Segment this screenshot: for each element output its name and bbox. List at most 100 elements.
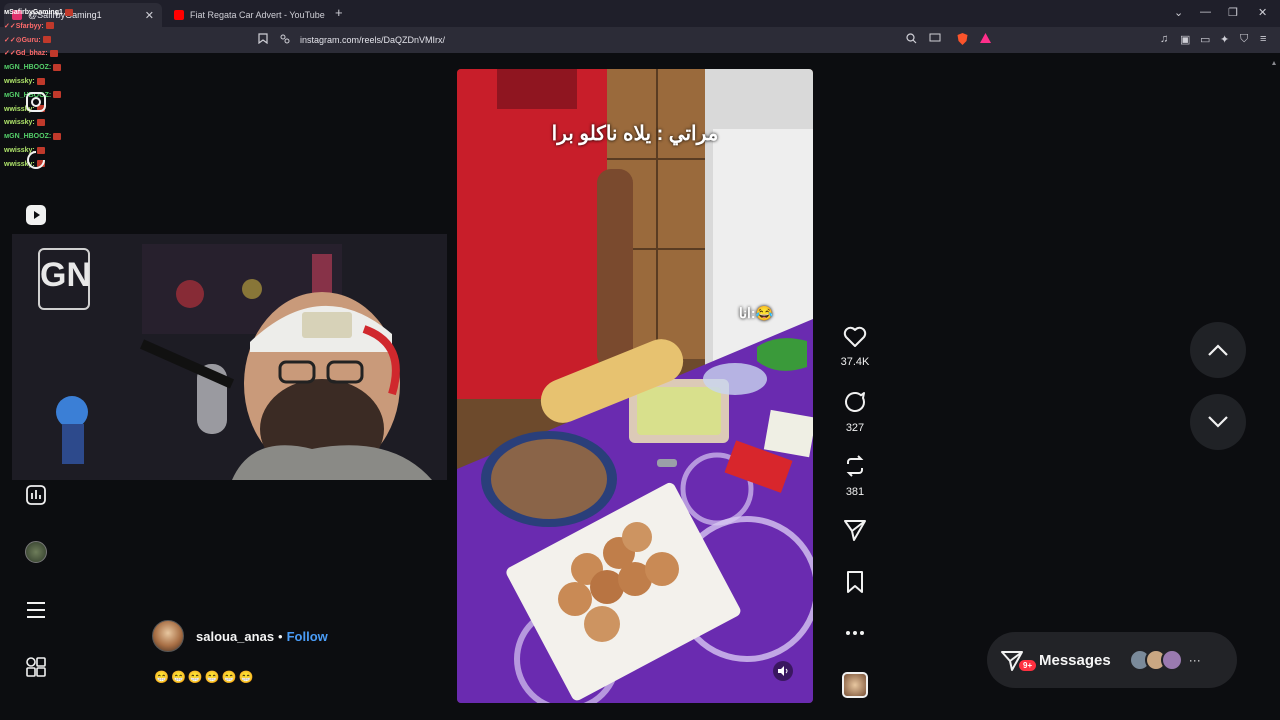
menu-icon[interactable]: ≡ — [1260, 33, 1266, 45]
chat-username: wwissky: — [4, 119, 35, 127]
tab-search-dropdown-icon[interactable]: ⌄ — [1174, 6, 1183, 19]
restore-button[interactable]: ❐ — [1228, 6, 1238, 19]
browser-tab-youtube[interactable]: Fiat Regata Car Advert - YouTube — [166, 3, 334, 27]
site-settings-icon[interactable] — [280, 31, 290, 49]
comment-count: 327 — [845, 422, 865, 434]
chat-username: ᴍGN_HBOOZ: — [4, 133, 52, 141]
brave-rewards-icon[interactable] — [980, 33, 991, 46]
like-count: 37.4K — [840, 356, 870, 368]
heart-icon[interactable] — [843, 326, 867, 348]
page-scrollbar[interactable] — [1271, 56, 1277, 716]
reel-author: saloua_anas • Follow — [152, 620, 328, 652]
minimize-button[interactable]: — — [1200, 6, 1211, 18]
youtube-favicon-icon — [174, 10, 184, 20]
cast-icon[interactable] — [929, 33, 941, 46]
chat-message: ᴍSafirbyGaming1 — [4, 6, 114, 20]
zoom-icon[interactable] — [906, 33, 917, 47]
brave-shield-icon[interactable] — [957, 33, 968, 48]
tab-label: Fiat Regata Car Advert - YouTube — [190, 10, 325, 20]
reels-icon[interactable] — [24, 203, 48, 227]
stream-logo: GN — [38, 248, 91, 310]
window-close-button[interactable]: ✕ — [1258, 6, 1267, 19]
reel-caption-top: مراتي : يلاه ناكلو برا — [551, 123, 719, 145]
new-tab-button[interactable]: + — [335, 5, 343, 20]
volume-icon[interactable] — [773, 661, 793, 681]
author-username[interactable]: saloua_anas — [196, 629, 274, 644]
comment-icon[interactable] — [843, 390, 867, 414]
chat-username: wwissky: — [4, 77, 35, 85]
chat-emote-icon — [42, 36, 51, 44]
instagram-logo-icon[interactable] — [24, 90, 48, 114]
chat-emote-icon — [53, 132, 62, 140]
url-text: instagram.com/reels/DaQZDnVMIrx/ — [300, 35, 446, 45]
chat-message: ᴍGN_HBOOZ: — [4, 130, 114, 144]
reel-frame-image — [457, 69, 813, 703]
chat-message: wwissky: — [4, 103, 114, 117]
comment-action[interactable]: 327 — [838, 390, 872, 434]
leo-ai-icon[interactable]: ✦ — [1220, 33, 1229, 46]
chat-emote-icon — [64, 8, 73, 16]
chat-message: ᴍGN_HBOOZ: — [4, 61, 114, 75]
also-from-meta-icon[interactable] — [24, 655, 48, 679]
chat-username: ✓✓Gd_bhaz: — [4, 50, 48, 58]
more-options-action[interactable] — [838, 624, 872, 642]
unread-badge: 9+ — [1019, 660, 1037, 671]
insights-icon[interactable] — [24, 483, 48, 507]
repost-action[interactable]: 381 — [838, 454, 872, 498]
wallet-icon[interactable]: ▭ — [1200, 33, 1210, 46]
reel-caption-side: انا:😂 — [738, 305, 773, 321]
chat-emote-icon — [53, 63, 62, 71]
chat-message: ✓✓Gd_bhaz: — [4, 47, 114, 61]
like-action[interactable]: 37.4K — [838, 326, 872, 368]
follow-button[interactable]: Follow — [287, 629, 328, 644]
chat-username: ᴍSafirbyGaming1 — [4, 9, 63, 16]
recent-contacts — [1128, 649, 1183, 671]
messages-button[interactable]: 9+ Messages ··· — [987, 632, 1237, 688]
separator-dot: • — [278, 628, 283, 644]
bookmark-icon[interactable] — [258, 33, 268, 47]
sidebar-icon[interactable]: ▣ — [1180, 33, 1190, 46]
chevron-up-icon — [1208, 344, 1228, 356]
more-dots-icon[interactable] — [843, 629, 867, 637]
audio-thumbnail[interactable] — [838, 672, 872, 698]
reel-video[interactable]: مراتي : يلاه ناكلو برا انا:😂 — [457, 69, 813, 703]
repost-icon[interactable] — [843, 454, 867, 478]
contact-avatar[interactable] — [1160, 649, 1183, 671]
reel-caption: 😁😁😁😁😁😁 — [154, 670, 256, 684]
more-contacts-icon[interactable]: ··· — [1189, 653, 1201, 667]
media-icon[interactable]: ♫ — [1160, 33, 1168, 45]
share-paper-plane-icon[interactable] — [843, 518, 867, 542]
share-action[interactable] — [838, 518, 872, 547]
streamer-webcam: GN — [12, 234, 447, 480]
more-menu-icon[interactable] — [24, 598, 48, 622]
chat-message: wwissky: — [4, 158, 114, 172]
threads-icon[interactable] — [24, 148, 48, 172]
chat-message: wwissky: — [4, 144, 114, 158]
chat-username: ✓✓⊙Guru: — [4, 36, 41, 44]
address-bar[interactable]: instagram.com/reels/DaQZDnVMIrx/ — [280, 31, 1000, 49]
profile-avatar[interactable] — [24, 540, 48, 564]
chat-message: wwissky: — [4, 75, 114, 89]
next-reel-button[interactable] — [1190, 394, 1246, 450]
save-action[interactable] — [838, 570, 872, 599]
messages-label: Messages — [1039, 651, 1111, 669]
repost-count: 381 — [845, 486, 865, 498]
chat-message: ✓✓Sfarbyy: — [4, 20, 114, 34]
chat-emote-icon — [45, 22, 54, 30]
scroll-up-icon[interactable] — [1271, 57, 1277, 69]
browser-tabstrip: @SafirbyGaming1 ✕ Fiat Regata Car Advert… — [0, 0, 1280, 27]
chat-emote-icon — [49, 50, 58, 58]
browser-toolbar: instagram.com/reels/DaQZDnVMIrx/ ♫ ▣ ▭ ✦… — [0, 27, 1280, 53]
previous-reel-button[interactable] — [1190, 322, 1246, 378]
chat-emote-icon — [36, 77, 45, 85]
chat-emote-icon — [36, 119, 45, 127]
bookmark-save-icon[interactable] — [844, 570, 866, 594]
chat-username: ᴍGN_HBOOZ: — [4, 64, 52, 72]
chevron-down-icon — [1208, 416, 1228, 428]
tab-close-icon[interactable]: ✕ — [145, 9, 154, 22]
chat-username: ✓✓Sfarbyy: — [4, 22, 44, 30]
chat-message: wwissky: — [4, 116, 114, 130]
vpn-icon[interactable]: ⛉ — [1240, 33, 1248, 46]
chat-message: ᴍGN_HBOOZ: — [4, 89, 114, 103]
author-avatar[interactable] — [152, 620, 184, 652]
